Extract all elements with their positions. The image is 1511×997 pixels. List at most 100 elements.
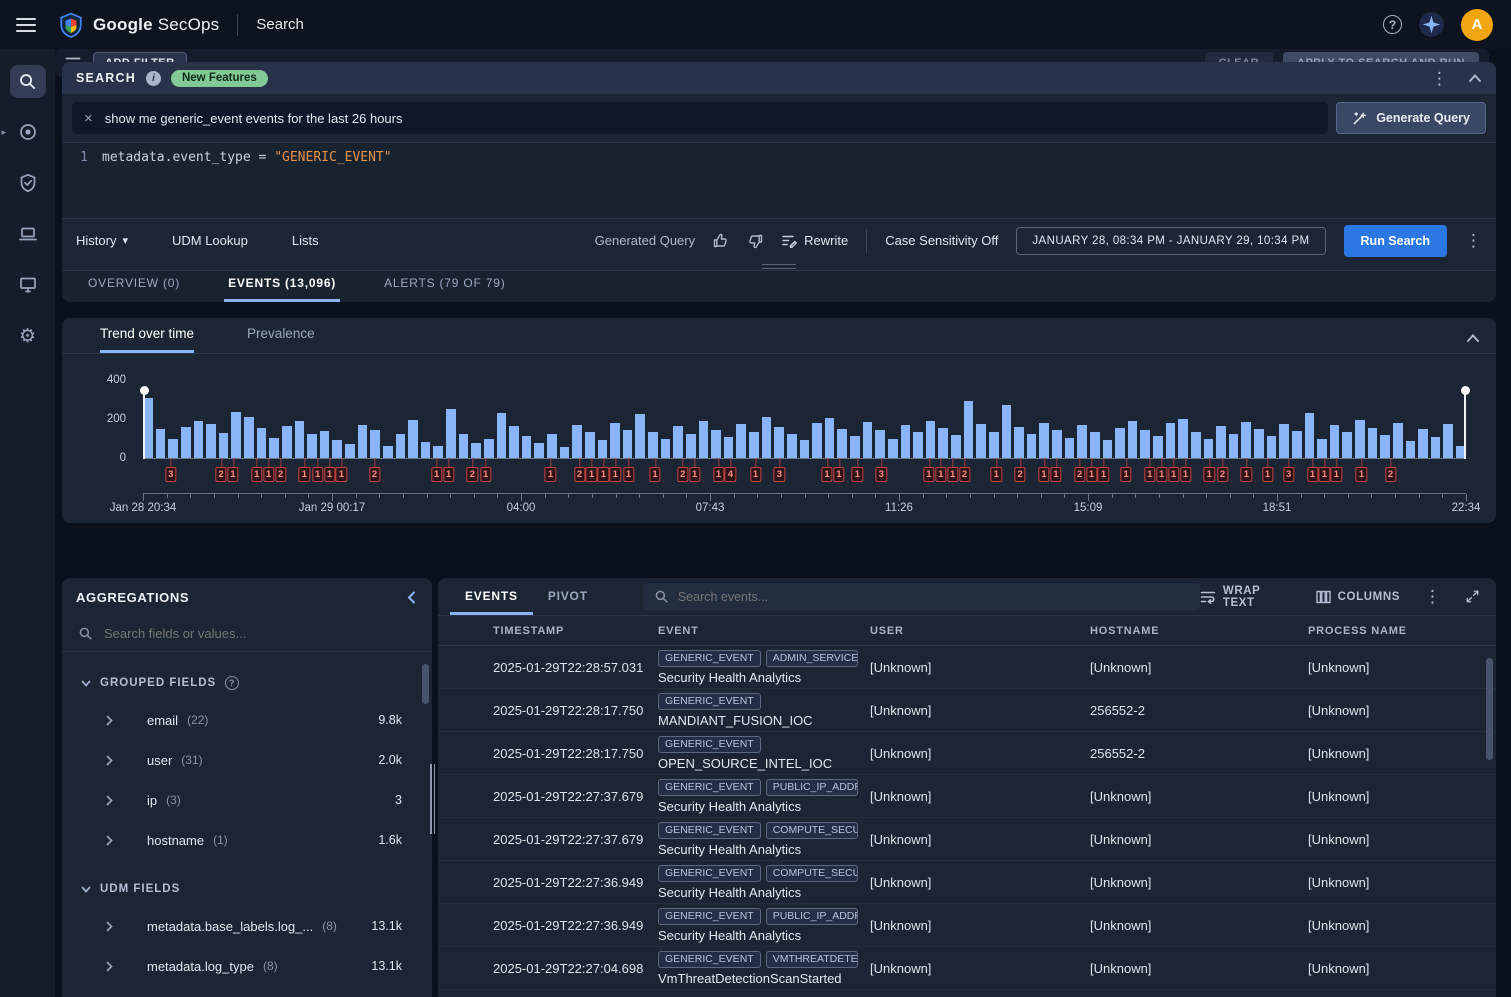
- time-range-handle-left[interactable]: [143, 389, 145, 459]
- table-row[interactable]: 2025-01-29T22:27:36.949 GENERIC_EVENTPUB…: [438, 904, 1496, 947]
- alert-marker[interactable]: 1: [1086, 467, 1097, 482]
- alert-marker[interactable]: 1: [480, 467, 491, 482]
- events-search-input[interactable]: [678, 590, 1189, 604]
- event-type-badge[interactable]: PUBLIC_IP_ADDR: [766, 779, 858, 796]
- sidebar-item-cases[interactable]: ▸: [9, 112, 47, 152]
- event-type-badge[interactable]: GENERIC_EVENT: [658, 908, 761, 925]
- alert-marker[interactable]: 3: [165, 467, 176, 482]
- sidebar-item-detections[interactable]: [9, 163, 47, 203]
- table-row[interactable]: 2025-01-29T22:27:37.679 GENERIC_EVENTPUB…: [438, 775, 1496, 818]
- event-type-badge[interactable]: GENERIC_EVENT: [658, 693, 761, 710]
- sidebar-item-search[interactable]: [9, 61, 47, 101]
- alert-marker[interactable]: 1: [623, 467, 634, 482]
- aggregation-field-row[interactable]: metadata.base_labels.log_... (8) 13.1k: [62, 906, 432, 946]
- grouped-fields-section[interactable]: GROUPED FIELDS ?: [62, 666, 432, 700]
- alert-marker[interactable]: 1: [1241, 467, 1252, 482]
- aggregation-field-row[interactable]: user (31) 2.0k: [62, 740, 432, 780]
- event-type-badge[interactable]: GENERIC_EVENT: [658, 779, 761, 796]
- column-header[interactable]: EVENT: [658, 625, 870, 637]
- alert-marker[interactable]: 1: [935, 467, 946, 482]
- event-name[interactable]: Security Health Analytics: [658, 799, 870, 814]
- alert-marker[interactable]: 2: [467, 467, 478, 482]
- avatar[interactable]: A: [1461, 9, 1493, 41]
- alert-marker[interactable]: 1: [1204, 467, 1215, 482]
- event-name[interactable]: Security Health Analytics: [658, 670, 870, 685]
- alert-marker[interactable]: 1: [1262, 467, 1273, 482]
- event-name[interactable]: VmThreatDetectionScanStarted: [658, 971, 870, 986]
- event-type-badge[interactable]: COMPUTE_SECUR: [766, 822, 858, 839]
- alert-marker[interactable]: 1: [1156, 467, 1167, 482]
- alert-marker[interactable]: 2: [959, 467, 970, 482]
- event-type-badge[interactable]: COMPUTE_SECUR: [766, 865, 858, 882]
- event-type-badge[interactable]: GENERIC_EVENT: [658, 736, 761, 753]
- alert-marker[interactable]: 1: [598, 467, 609, 482]
- result-tab[interactable]: EVENTS (13,096): [224, 276, 340, 302]
- chevron-right-icon[interactable]: [106, 921, 113, 932]
- result-tab[interactable]: ALERTS (79 OF 79): [380, 276, 509, 302]
- event-type-badge[interactable]: PUBLIC_IP_ADDR: [766, 908, 858, 925]
- alert-marker[interactable]: 1: [1120, 467, 1131, 482]
- alert-marker[interactable]: 1: [821, 467, 832, 482]
- column-header[interactable]: TIMESTAMP: [493, 625, 658, 637]
- alert-marker[interactable]: 4: [725, 467, 736, 482]
- chevron-right-icon[interactable]: [106, 835, 113, 846]
- menu-icon[interactable]: [16, 18, 36, 32]
- sidebar-item-settings[interactable]: ⚙: [9, 316, 47, 356]
- chevron-right-icon[interactable]: [106, 755, 113, 766]
- vertical-resize-handle[interactable]: [430, 764, 436, 834]
- event-name[interactable]: Security Health Analytics: [658, 842, 870, 857]
- udm-lookup-button[interactable]: UDM Lookup: [172, 233, 248, 248]
- alert-marker[interactable]: 1: [649, 467, 660, 482]
- date-range-button[interactable]: JANUARY 28, 08:34 PM - JANUARY 29, 10:34…: [1016, 227, 1325, 255]
- help-icon[interactable]: ?: [1383, 15, 1402, 34]
- collapse-aggregations-icon[interactable]: [407, 591, 416, 604]
- table-row[interactable]: 2025-01-29T22:27:36.949 GENERIC_EVENTCOM…: [438, 861, 1496, 904]
- new-features-badge[interactable]: New Features: [171, 70, 268, 87]
- alert-marker[interactable]: 3: [774, 467, 785, 482]
- alert-marker[interactable]: 1: [1356, 467, 1367, 482]
- event-name[interactable]: OPEN_SOURCE_INTEL_IOC: [658, 756, 870, 771]
- alert-marker[interactable]: 1: [1168, 467, 1179, 482]
- alert-marker[interactable]: 2: [275, 467, 286, 482]
- udm-fields-section[interactable]: UDM FIELDS: [62, 872, 432, 906]
- table-row[interactable]: 2025-01-29T22:27:04.698 GENERIC_EVENTVMT…: [438, 947, 1496, 990]
- tab-events[interactable]: EVENTS: [450, 578, 533, 615]
- alert-marker[interactable]: 1: [852, 467, 863, 482]
- event-type-badge[interactable]: GENERIC_EVENT: [658, 650, 761, 667]
- alert-marker[interactable]: 1: [610, 467, 621, 482]
- alert-marker[interactable]: 1: [923, 467, 934, 482]
- run-search-button[interactable]: Run Search: [1344, 225, 1447, 257]
- alert-marker[interactable]: 1: [1050, 467, 1061, 482]
- alert-marker[interactable]: 2: [1014, 467, 1025, 482]
- event-type-badge[interactable]: GENERIC_EVENT: [658, 865, 761, 882]
- alert-marker[interactable]: 1: [1098, 467, 1109, 482]
- aggregation-field-row[interactable]: hostname (1) 1.6k: [62, 820, 432, 860]
- event-type-badge[interactable]: VMTHREATDETEC: [766, 951, 858, 968]
- alert-marker[interactable]: 1: [299, 467, 310, 482]
- event-type-badge[interactable]: GENERIC_EVENT: [658, 822, 761, 839]
- chevron-right-icon[interactable]: [106, 961, 113, 972]
- alert-marker[interactable]: 3: [876, 467, 887, 482]
- tab-trend-over-time[interactable]: Trend over time: [100, 326, 194, 353]
- alert-marker[interactable]: 2: [1074, 467, 1085, 482]
- alert-marker[interactable]: 1: [443, 467, 454, 482]
- clear-query-icon[interactable]: ×: [84, 111, 93, 126]
- alert-marker[interactable]: 1: [1038, 467, 1049, 482]
- event-name[interactable]: Security Health Analytics: [658, 928, 870, 943]
- history-button[interactable]: History ▾: [76, 233, 128, 248]
- query-editor[interactable]: 1 metadata.event_type = "GENERIC_EVENT": [62, 142, 1496, 218]
- alert-marker[interactable]: 1: [586, 467, 597, 482]
- more-options-icon[interactable]: ⋮: [1431, 70, 1448, 87]
- tab-prevalence[interactable]: Prevalence: [247, 326, 315, 353]
- case-sensitivity-button[interactable]: Case Sensitivity Off: [885, 233, 998, 248]
- aggregation-field-row[interactable]: email (22) 9.8k: [62, 700, 432, 740]
- alert-marker[interactable]: 1: [1319, 467, 1330, 482]
- column-header[interactable]: HOSTNAME: [1090, 625, 1308, 637]
- alert-marker[interactable]: 1: [1307, 467, 1318, 482]
- event-type-badge[interactable]: GENERIC_EVENT: [658, 951, 761, 968]
- alert-marker[interactable]: 1: [689, 467, 700, 482]
- alert-marker[interactable]: 1: [251, 467, 262, 482]
- alert-marker[interactable]: 2: [1217, 467, 1228, 482]
- alert-marker[interactable]: 1: [947, 467, 958, 482]
- column-header[interactable]: PROCESS NAME: [1308, 625, 1496, 637]
